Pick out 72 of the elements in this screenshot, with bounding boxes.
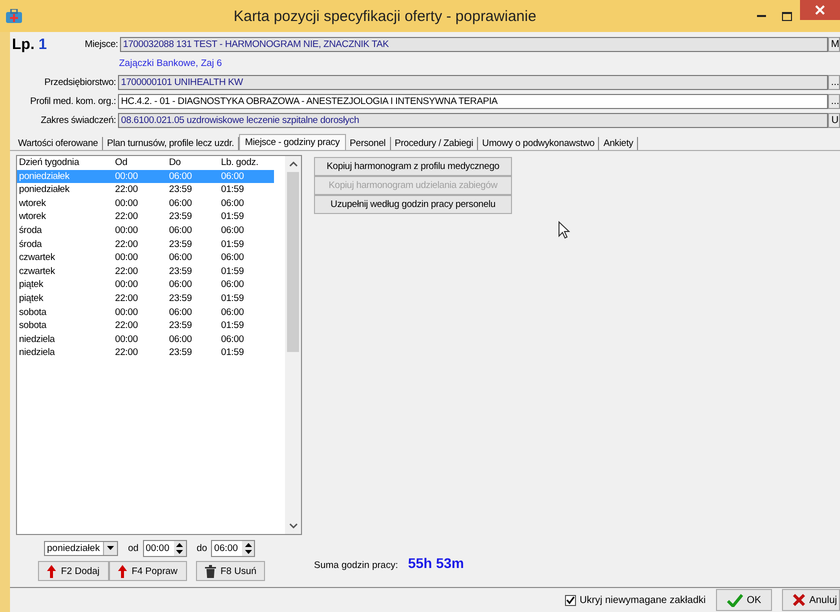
side-button[interactable]: ... [828, 94, 840, 109]
medical-case-icon [6, 9, 22, 23]
table-row[interactable]: czwartek 22:00 23:59 01:59 [17, 264, 274, 278]
field-label: Miejsce: [84, 39, 119, 50]
time-field[interactable]: 00:00 [142, 540, 187, 556]
close-icon [815, 5, 825, 15]
to-label: do [196, 542, 208, 554]
lp-value: 1 [38, 36, 47, 53]
check-icon [726, 594, 743, 606]
lp-label: Lp. [12, 36, 34, 53]
edit-button[interactable]: F4 Popraw [108, 561, 186, 581]
spinner-icon[interactable] [244, 542, 252, 554]
mouse-pointer-icon [558, 221, 570, 239]
cancel-button[interactable]: Anuluj [782, 589, 840, 611]
table-row[interactable]: środa 22:00 23:59 01:59 [17, 238, 274, 252]
add-button[interactable]: F2 Dodaj [38, 561, 109, 581]
table-row[interactable]: piątek 22:00 23:59 01:59 [17, 292, 274, 306]
column-header: Dzień tygodnia [19, 156, 80, 170]
tab[interactable]: Wartości oferowane [14, 137, 103, 150]
spinner-icon[interactable] [176, 542, 184, 554]
side-button[interactable]: M [828, 37, 840, 52]
close-button[interactable] [800, 0, 840, 20]
dropdown-arrow-icon [107, 546, 114, 550]
scroll-up-icon[interactable] [288, 161, 298, 167]
table-row[interactable]: sobota 00:00 06:00 06:00 [17, 306, 274, 320]
scrollbar-thumb[interactable] [287, 172, 299, 352]
tab[interactable]: Ankiety [599, 137, 638, 150]
side-button[interactable]: U [828, 113, 840, 128]
field-label: Profil med. kom. org.: [29, 96, 117, 107]
total-value: 55h 53m [408, 555, 464, 571]
from-label: od [128, 542, 139, 554]
window-title: Karta pozycji specyfikacji oferty - poprawianie [232, 8, 538, 24]
close-icon [793, 594, 806, 606]
action-button[interactable]: Uzupełnij według godzin pracy personelu [314, 195, 512, 214]
input-field[interactable]: 1700032088 131 TEST - HARMONOGRAM NIE, ZNACZNIK TAK [120, 37, 828, 52]
table-row[interactable]: niedziela 00:00 06:00 06:00 [17, 332, 274, 346]
delete-button[interactable]: F8 Usuń [196, 561, 266, 581]
minimize-icon [756, 15, 766, 17]
tab[interactable]: Miejsce - godziny pracy [239, 134, 346, 150]
column-header: Lb. godz. [221, 156, 260, 170]
day-dropdown[interactable]: poniedziałek [44, 540, 118, 556]
trash-icon [204, 564, 216, 578]
table-row[interactable]: piątek 00:00 06:00 06:00 [17, 278, 274, 292]
table-row[interactable]: środa 00:00 06:00 06:00 [17, 224, 274, 238]
field-label: Zakres świadczeń: [40, 115, 117, 126]
table-row[interactable]: wtorek 22:00 23:59 01:59 [17, 210, 274, 224]
hide-tabs-checkbox[interactable]: Ukryj niewymagane zakładki [564, 594, 706, 606]
action-button[interactable]: Kopiuj harmonogram z profilu medycznego [314, 157, 512, 176]
table-row[interactable]: niedziela 22:00 23:59 01:59 [17, 346, 274, 360]
ok-button[interactable]: OK [716, 589, 772, 611]
tab[interactable]: Umowy o podwykonawstwo [478, 137, 600, 150]
table-row[interactable]: poniedziałek 22:00 23:59 01:59 [17, 183, 274, 197]
side-button[interactable]: ... [828, 75, 840, 90]
address-text: Zajączki Bankowe, Zaj 6 [119, 58, 222, 69]
scroll-down-icon[interactable] [288, 523, 298, 529]
table-row[interactable]: wtorek 00:00 06:00 06:00 [17, 196, 274, 210]
column-header: Do [169, 156, 182, 170]
tab[interactable]: Procedury / Zabiegi [390, 137, 478, 150]
tab[interactable]: Personel [346, 137, 391, 150]
table-row[interactable]: sobota 22:00 23:59 01:59 [17, 319, 274, 333]
input-field[interactable]: 1700000101 UNIHEALTH KW [118, 75, 828, 90]
field-label: Przedsiębiorstwo: [43, 77, 117, 88]
table-row[interactable]: czwartek 00:00 06:00 06:00 [17, 251, 274, 265]
arrow-up-icon [118, 564, 127, 578]
arrow-up-icon [47, 564, 56, 578]
maximize-icon [782, 12, 792, 20]
column-header: Od [115, 156, 128, 170]
input-field[interactable]: HC.4.2. - 01 - DIAGNOSTYKA OBRAZOWA - ANESTEZJOLOGIA I INTENSYWNA TERAPIA [118, 94, 828, 109]
time-field[interactable]: 06:00 [211, 540, 256, 556]
checkmark-icon [566, 596, 575, 604]
total-label: Suma godzin pracy: [314, 560, 398, 571]
input-field[interactable]: 08.6100.021.05 uzdrowiskowe leczenie szpitalne dorosłych [118, 113, 828, 128]
